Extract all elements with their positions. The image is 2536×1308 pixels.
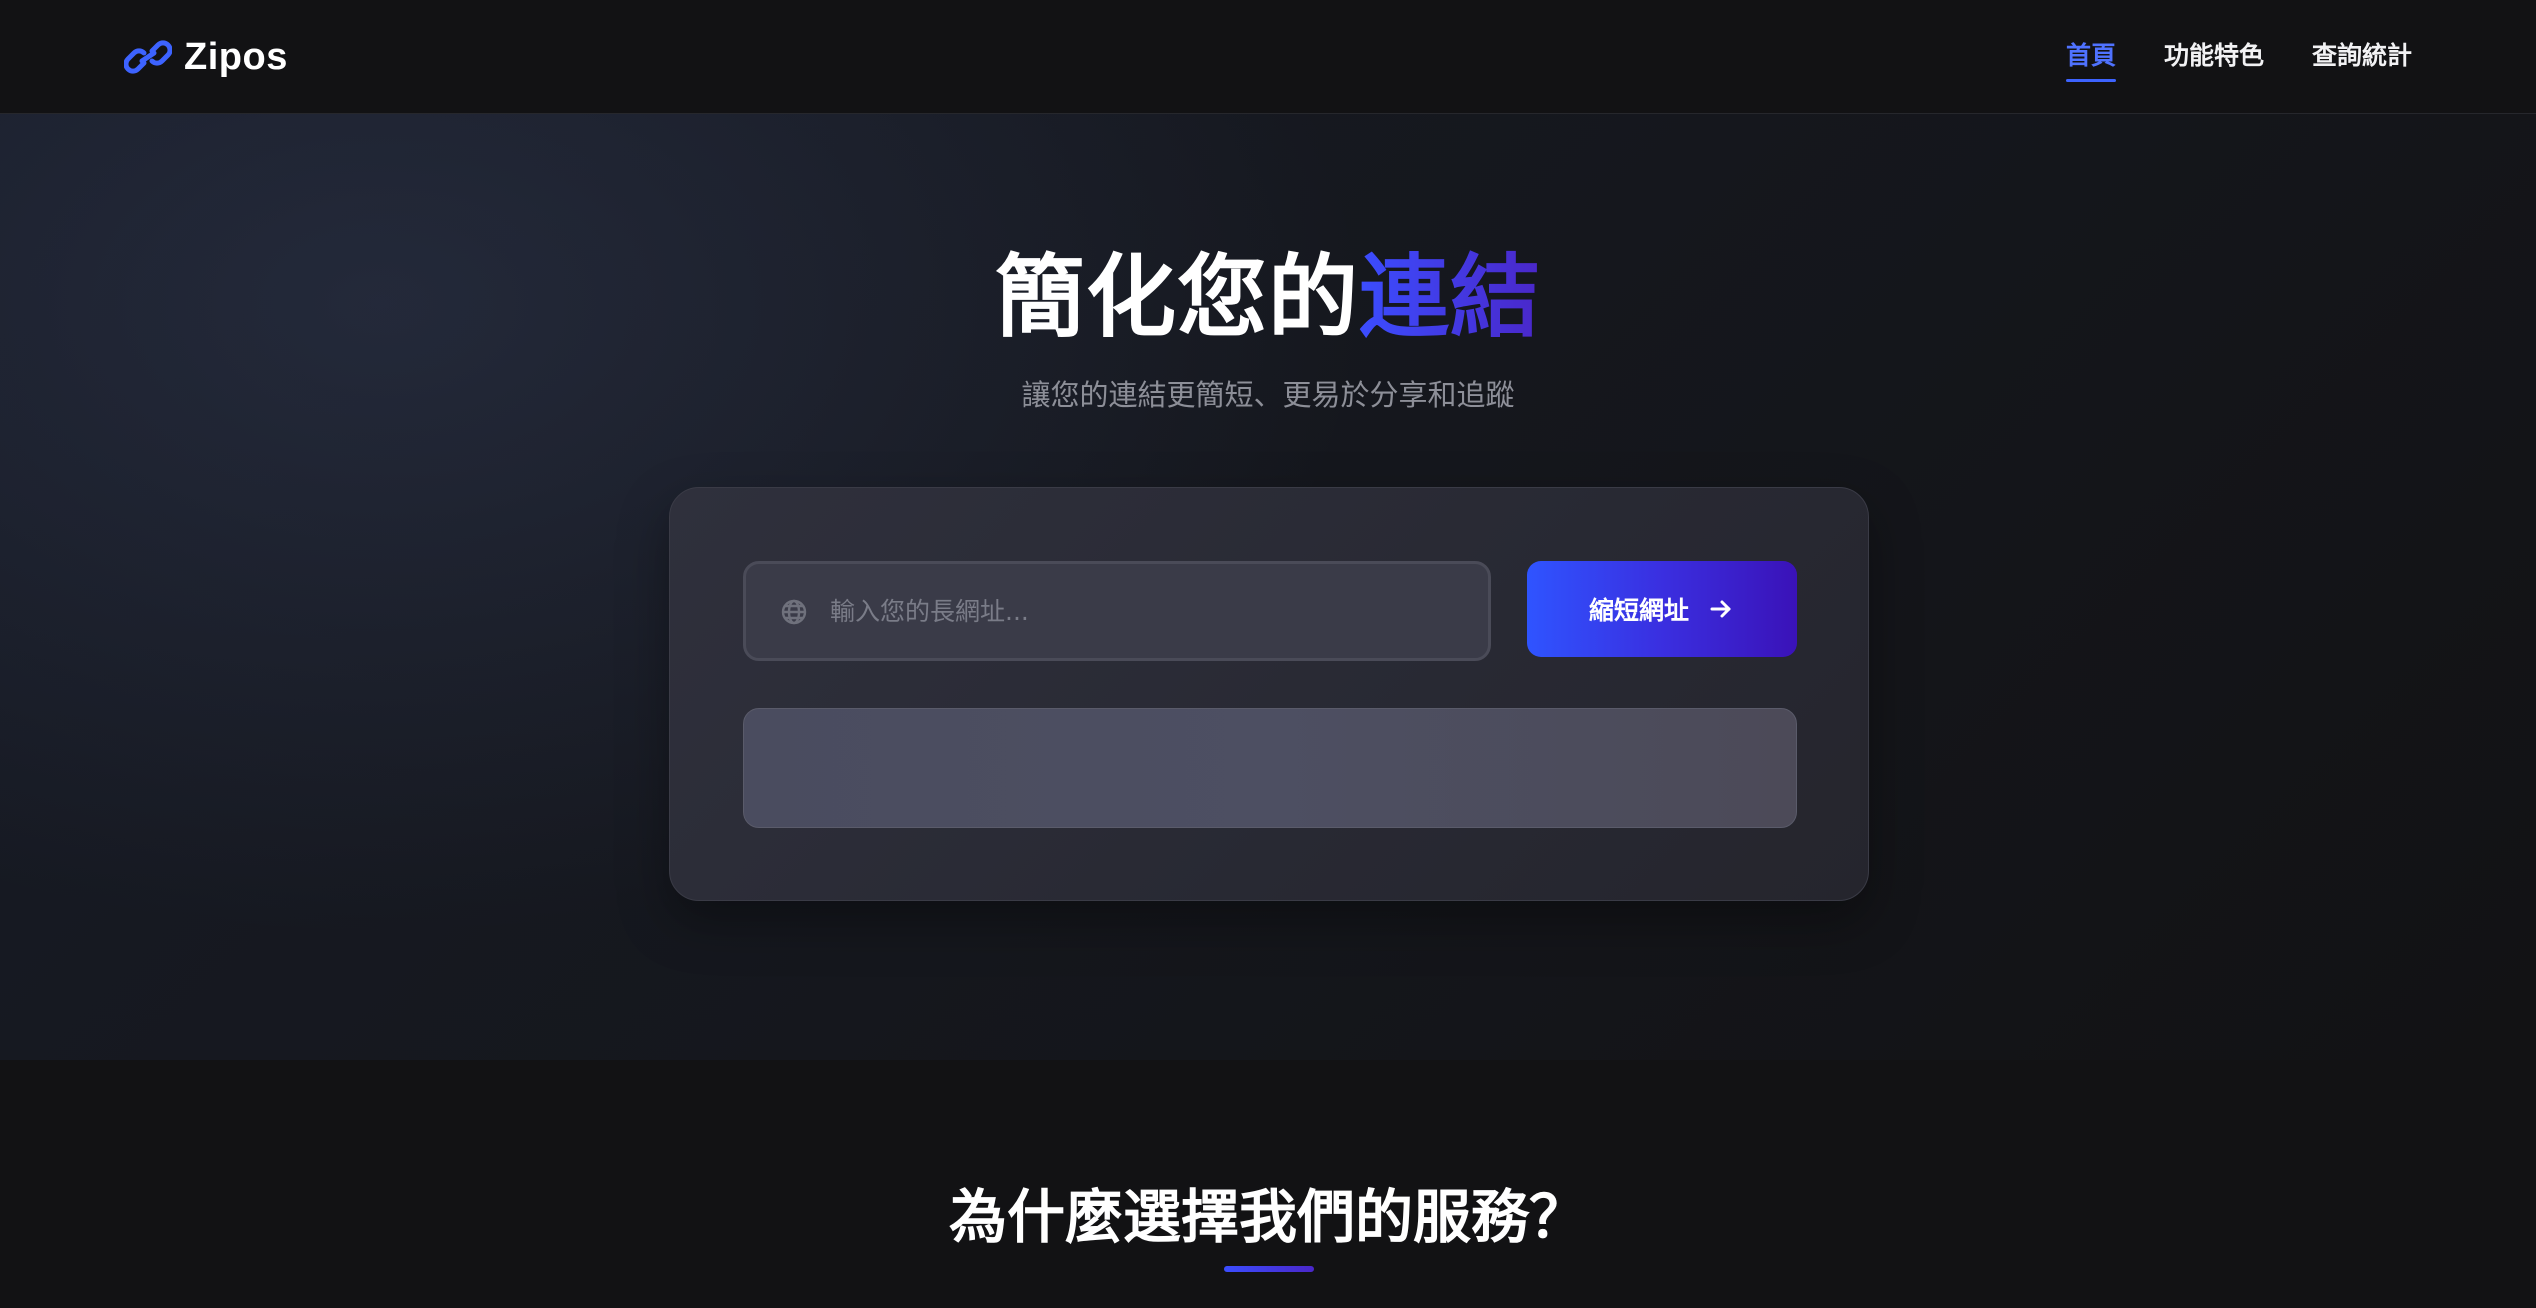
- nav-item-features[interactable]: 功能特色: [2164, 36, 2264, 82]
- hero-title: 簡化您的連結: [0, 224, 2536, 354]
- section-title-underline: [1224, 1266, 1314, 1272]
- brand-logo[interactable]: Zipos: [124, 30, 288, 84]
- hero-subtitle: 讓您的連結更簡短、更易於分享和追蹤: [1021, 378, 1515, 412]
- arrow-right-icon: [1710, 600, 1731, 618]
- url-input[interactable]: [830, 564, 1470, 658]
- url-input-container[interactable]: [743, 561, 1491, 661]
- shortener-card: 縮短網址: [669, 487, 1869, 901]
- globe-icon: [781, 599, 807, 625]
- main-nav: 首頁 功能特色 查詢統計: [2065, 36, 2412, 82]
- site-header: Zipos 首頁 功能特色 查詢統計: [0, 0, 2536, 114]
- hero-title-accent: 連結: [1359, 245, 1541, 350]
- features-section-title: 為什麼選擇我們的服務？: [948, 1183, 1587, 1251]
- hero-section: 簡化您的連結 讓您的連結更簡短、更易於分享和追蹤 縮短網址: [0, 114, 2536, 1060]
- shorten-url-button[interactable]: 縮短網址: [1527, 561, 1797, 657]
- nav-item-home[interactable]: 首頁: [2065, 36, 2116, 82]
- page: Zipos 首頁 功能特色 查詢統計 簡化您的連結 讓您的連結更簡短、更易於分享…: [0, 0, 2536, 1308]
- nav-item-stats[interactable]: 查詢統計: [2312, 36, 2412, 82]
- hero-title-main: 簡化您的: [995, 245, 1359, 350]
- link-icon: [124, 40, 172, 74]
- result-box: [743, 708, 1797, 828]
- brand-name: Zipos: [184, 35, 288, 78]
- shorten-button-label: 縮短網址: [1588, 596, 1689, 625]
